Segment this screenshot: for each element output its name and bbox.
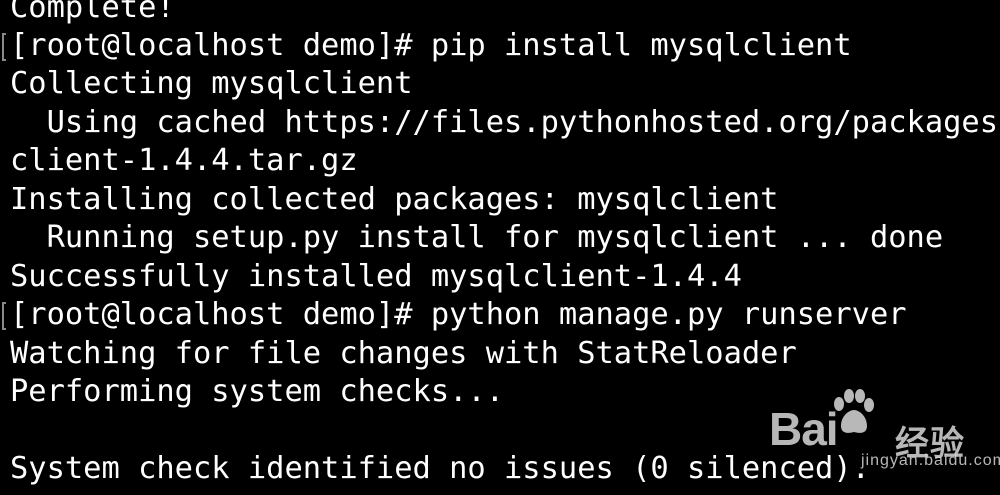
terminal-line: [root@localhost demo]# pip install mysql… (10, 28, 852, 63)
watermark-brand-latin: Bai (769, 403, 839, 455)
prompt-marker (2, 302, 6, 330)
terminal-line: Watching for file changes with StatReloa… (10, 336, 797, 371)
terminal-line: Installing collected packages: mysqlclie… (10, 182, 779, 217)
terminal-line: [root@localhost demo]# python manage.py … (10, 297, 907, 332)
terminal-window[interactable]: Complete! [root@localhost demo]# pip ins… (0, 0, 1000, 495)
baidu-jingyan-watermark: Bai 经验 jingyan.baidu.com (765, 388, 1000, 495)
terminal-line: Collecting mysqlclient (10, 66, 413, 101)
terminal-line: Successfully installed mysqlclient-1.4.4 (10, 259, 742, 294)
watermark-url: jingyan.baidu.com (861, 452, 1000, 469)
terminal-line: Using cached https://files.pythonhosted.… (10, 105, 999, 140)
prompt-marker (2, 33, 6, 61)
terminal-line: Performing system checks... (10, 374, 505, 409)
terminal-line: Complete! (10, 0, 175, 25)
terminal-line: client-1.4.4.tar.gz (10, 143, 358, 178)
terminal-line: System check identified no issues (0 sil… (10, 451, 870, 486)
terminal-line: Running setup.py install for mysqlclient… (10, 220, 944, 255)
